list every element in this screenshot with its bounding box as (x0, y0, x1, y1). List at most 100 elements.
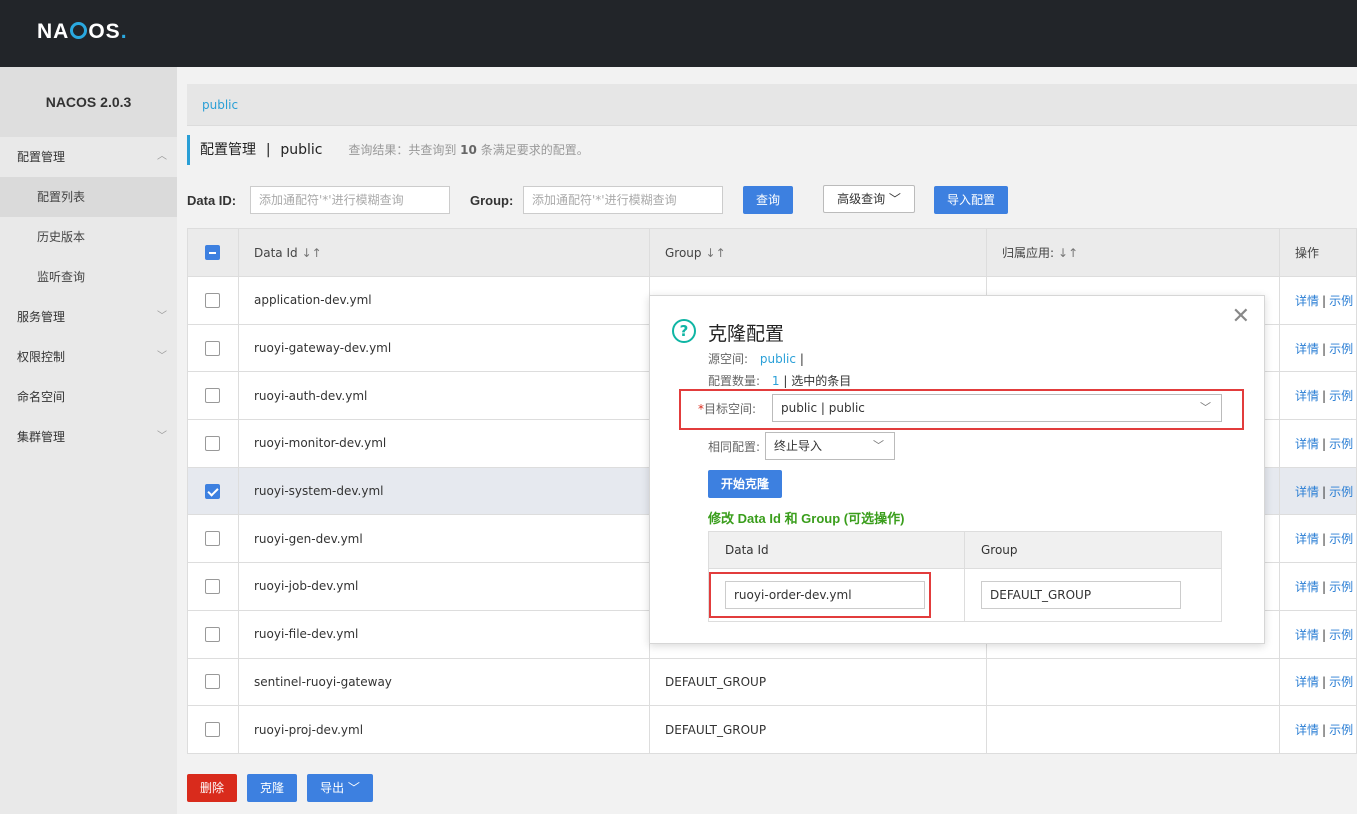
chevron-up-icon: ︿ (157, 151, 167, 162)
sidebar-item-label: 配置管理 (17, 150, 66, 164)
row-checkbox[interactable] (205, 388, 220, 404)
sidebar-item-permission[interactable]: 权限控制 ﹀ (0, 337, 177, 377)
row-checkbox[interactable] (205, 483, 220, 499)
op-separator: | (1322, 341, 1327, 356)
sidebar-item-namespace[interactable]: 命名空间 (0, 377, 177, 417)
cell-ops: 详情 | 示例 (1279, 419, 1357, 468)
sidebar-item-label: 配置列表 (37, 190, 86, 204)
detail-link[interactable]: 详情 (1295, 485, 1319, 499)
sample-link[interactable]: 示例 (1329, 628, 1353, 642)
source-separator: | (799, 352, 804, 366)
row-checkbox[interactable] (205, 435, 220, 451)
cell-app (986, 657, 1280, 707)
version-title: NACOS 2.0.3 (0, 67, 177, 137)
sort-icon[interactable]: ↓↑ (706, 246, 726, 260)
new-group-input[interactable]: DEFAULT_GROUP (981, 581, 1181, 609)
cell-ops: 详情 | 示例 (1279, 466, 1357, 516)
col-data-id[interactable]: Data Id ↓↑ (238, 228, 650, 277)
sidebar-item-service-management[interactable]: 服务管理 ﹀ (0, 297, 177, 337)
cell-ops: 详情 | 示例 (1279, 562, 1357, 611)
start-clone-button[interactable]: 开始克隆 (708, 470, 782, 498)
count-label: 配置数量: (708, 374, 761, 388)
row-checkbox-cell (187, 609, 239, 659)
sidebar-item-history[interactable]: 历史版本 (0, 217, 177, 257)
page-title: 配置管理 (200, 142, 256, 158)
col-data-id: Data Id (708, 531, 965, 569)
namespace-link-public[interactable]: public (202, 98, 238, 112)
select-all-checkbox[interactable] (205, 245, 220, 260)
row-checkbox[interactable] (205, 674, 220, 690)
detail-link[interactable]: 详情 (1295, 389, 1319, 403)
source-value: public (759, 352, 796, 366)
cell-ops: 详情 | 示例 (1279, 609, 1357, 659)
export-button[interactable]: 导出 ﹀ (307, 774, 373, 802)
detail-link[interactable]: 详情 (1295, 342, 1319, 356)
detail-link[interactable]: 详情 (1295, 580, 1319, 594)
row-checkbox[interactable] (205, 578, 220, 594)
delete-button[interactable]: 删除 (187, 774, 237, 802)
row-checkbox[interactable] (205, 722, 220, 738)
detail-link[interactable]: 详情 (1295, 675, 1319, 689)
table-header-row: Data Id Group (708, 531, 1222, 569)
close-icon[interactable]: ✕ (1232, 304, 1250, 329)
table-row[interactable]: sentinel-ruoyi-gateway DEFAULT_GROUP 详情 | 示例 (187, 657, 1357, 707)
cell-ops: 详情 | 示例 (1279, 514, 1357, 564)
sample-link[interactable]: 示例 (1329, 723, 1353, 737)
op-separator: | (1322, 723, 1327, 738)
sidebar-item-listener-query[interactable]: 监听查询 (0, 257, 177, 297)
sidebar-item-config-list[interactable]: 配置列表 (0, 177, 177, 217)
cell-data-id: application-dev.yml (238, 276, 650, 325)
question-icon: ? (672, 319, 696, 343)
source-namespace-row: 源空间: public | (708, 350, 804, 367)
col-ops: 操作 (1279, 228, 1357, 277)
op-separator: | (1322, 579, 1327, 594)
sample-link[interactable]: 示例 (1329, 485, 1353, 499)
sidebar-item-label: 权限控制 (17, 350, 66, 364)
col-app[interactable]: 归属应用: ↓↑ (986, 228, 1280, 277)
dataid-search-input[interactable]: 添加通配符'*'进行模糊查询 (250, 186, 450, 214)
title-separator: | (265, 142, 271, 158)
sidebar-item-label: 服务管理 (17, 310, 66, 324)
detail-link[interactable]: 详情 (1295, 437, 1319, 451)
row-checkbox[interactable] (205, 531, 220, 547)
sample-link[interactable]: 示例 (1329, 437, 1353, 451)
sidebar-item-label: 命名空间 (17, 390, 66, 404)
clone-button[interactable]: 克隆 (247, 774, 297, 802)
cell-data-id: ruoyi-file-dev.yml (238, 609, 650, 659)
query-button[interactable]: 查询 (743, 186, 793, 214)
target-namespace-select[interactable]: public | public ﹀ (772, 394, 1222, 422)
row-checkbox[interactable] (205, 626, 220, 642)
same-config-select[interactable]: 终止导入 ﹀ (765, 432, 895, 460)
row-checkbox-cell (187, 657, 239, 707)
source-label: 源空间: (708, 352, 749, 366)
sample-link[interactable]: 示例 (1329, 675, 1353, 689)
sidebar-item-config-management[interactable]: 配置管理 ︿ (0, 137, 177, 177)
sample-link[interactable]: 示例 (1329, 342, 1353, 356)
sample-link[interactable]: 示例 (1329, 580, 1353, 594)
chevron-down-icon: ﹀ (157, 311, 167, 322)
sample-link[interactable]: 示例 (1329, 294, 1353, 308)
group-search-input[interactable]: 添加通配符'*'进行模糊查询 (523, 186, 723, 214)
col-group[interactable]: Group ↓↑ (649, 228, 987, 277)
detail-link[interactable]: 详情 (1295, 532, 1319, 546)
nacos-logo[interactable]: NA OS. (37, 20, 128, 44)
sort-icon[interactable]: ↓↑ (1058, 246, 1078, 260)
sample-link[interactable]: 示例 (1329, 532, 1353, 546)
chevron-down-icon: ﹀ (157, 351, 167, 362)
row-checkbox[interactable] (205, 292, 220, 308)
col-group: Group (964, 531, 1222, 569)
chevron-down-icon: ﹀ (157, 431, 167, 442)
advanced-query-button[interactable]: 高级查询 ﹀ (823, 185, 915, 213)
row-checkbox[interactable] (205, 340, 220, 356)
sidebar-item-cluster[interactable]: 集群管理 ﹀ (0, 417, 177, 457)
table-row[interactable]: ruoyi-proj-dev.yml DEFAULT_GROUP 详情 | 示例 (187, 705, 1357, 754)
detail-link[interactable]: 详情 (1295, 723, 1319, 737)
detail-link[interactable]: 详情 (1295, 628, 1319, 642)
sample-link[interactable]: 示例 (1329, 389, 1353, 403)
sort-icon[interactable]: ↓↑ (302, 246, 322, 260)
sidebar: NACOS 2.0.3 配置管理 ︿ 配置列表 历史版本 监听查询 服务管理 ﹀… (0, 67, 177, 814)
detail-link[interactable]: 详情 (1295, 294, 1319, 308)
namespace-bar: public (187, 84, 1357, 126)
op-separator: | (1322, 532, 1327, 547)
import-config-button[interactable]: 导入配置 (934, 186, 1008, 214)
